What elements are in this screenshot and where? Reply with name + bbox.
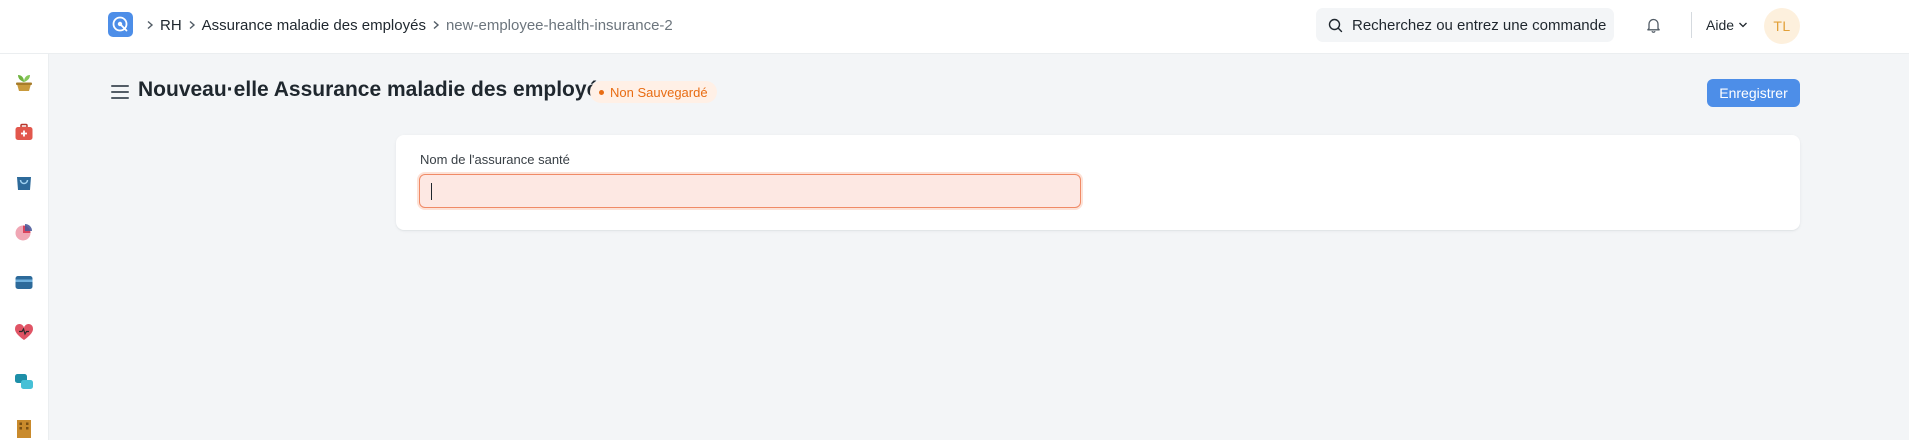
chevron-right-icon xyxy=(188,20,196,30)
chevron-right-icon xyxy=(146,20,154,30)
health-insurance-name-input[interactable] xyxy=(419,174,1081,208)
form-card: Nom de l'assurance santé xyxy=(396,135,1800,230)
text-caret xyxy=(431,183,432,200)
chevron-right-icon xyxy=(432,20,440,30)
search-bar[interactable]: Recherchez ou entrez une commande xyxy=(1316,8,1614,42)
navbar: RH Assurance maladie des employés new-em… xyxy=(0,0,1909,54)
first-aid-kit-icon[interactable] xyxy=(12,120,36,144)
breadcrumb-item-rh[interactable]: RH xyxy=(160,17,182,34)
breadcrumb-item-current: new-employee-health-insurance-2 xyxy=(445,16,673,34)
chevron-down-icon xyxy=(1738,21,1748,29)
logo-icon xyxy=(112,16,128,32)
breadcrumb: RH Assurance maladie des employés new-em… xyxy=(146,14,679,36)
bag-icon[interactable] xyxy=(12,170,36,194)
heart-icon[interactable] xyxy=(12,320,36,344)
sidebar xyxy=(0,54,49,440)
status-dot xyxy=(599,89,604,95)
notification-bell-icon[interactable] xyxy=(1644,16,1662,34)
search-icon xyxy=(1328,18,1343,33)
search-placeholder: Recherchez ou entrez une commande xyxy=(1352,16,1607,34)
avatar[interactable]: TL xyxy=(1764,8,1800,44)
health-insurance-name-label: Nom de l'assurance santé xyxy=(420,152,570,167)
help-dropdown[interactable]: Aide xyxy=(1706,16,1748,34)
wallet-icon[interactable] xyxy=(12,270,36,294)
chat-bubbles-icon[interactable] xyxy=(12,370,36,394)
building-icon[interactable] xyxy=(12,416,36,440)
page-title: Nouveau·elle Assurance maladie des emplo… xyxy=(138,78,610,101)
status-badge: Non Sauvegardé xyxy=(590,81,717,103)
status-label: Non Sauvegardé xyxy=(610,84,708,100)
breadcrumb-item-doctype[interactable]: Assurance maladie des employés xyxy=(202,17,426,34)
help-label: Aide xyxy=(1706,17,1735,33)
navbar-divider xyxy=(1691,12,1692,38)
plant-icon[interactable] xyxy=(12,70,36,94)
pie-chart-icon[interactable] xyxy=(12,220,36,244)
app-logo[interactable] xyxy=(108,12,133,37)
sidebar-toggle-icon[interactable] xyxy=(111,84,129,100)
save-button[interactable]: Enregistrer xyxy=(1707,79,1800,107)
